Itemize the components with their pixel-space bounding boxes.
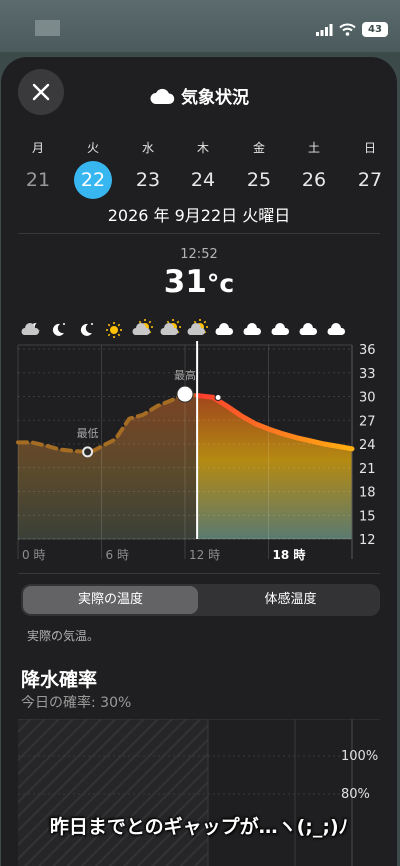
partly-cloudy-night-icon: [21, 323, 40, 335]
caption-overlay: 昨日までとのギャップが…ヽ(;_;)ﾉ: [49, 816, 349, 838]
selected-date[interactable]: 22: [74, 161, 112, 199]
battery-indicator: 43: [362, 22, 388, 37]
date-button[interactable]: 27: [348, 161, 392, 199]
y-axis-tick: 18: [359, 486, 376, 501]
y-axis-tick: 21: [359, 462, 376, 477]
weekday-label: 木: [196, 141, 209, 155]
status-bar: 43: [0, 0, 400, 52]
y-axis-tick: 12: [359, 533, 376, 548]
partly-sunny-icon: [160, 319, 181, 335]
weekday-label: 火: [86, 141, 99, 155]
y-axis-tick: 30: [359, 391, 376, 406]
cloud-icon: [299, 323, 318, 335]
divider: [18, 573, 380, 574]
partly-sunny-icon: [187, 319, 208, 335]
cloud-icon: [215, 323, 234, 335]
weekday-label: 日: [363, 141, 376, 155]
precip-y-tick: 100%: [341, 749, 378, 764]
current-time: 12:52: [180, 247, 218, 262]
weekday-label: 金: [252, 141, 265, 155]
date-button[interactable]: 24: [181, 161, 225, 199]
precipitation-subtitle: 今日の確率: 30%: [21, 695, 132, 711]
cloud-icon: [243, 323, 262, 335]
x-axis-tick: 18 時: [273, 547, 306, 562]
partly-sunny-icon: [132, 319, 153, 335]
divider: [18, 233, 380, 234]
segment-description: 実際の気温。: [27, 629, 100, 643]
status-icons: 43: [316, 22, 388, 37]
max-temperature-marker: [176, 385, 194, 403]
sheet-title-text: 気象状況: [181, 88, 249, 108]
min-label: 最低: [77, 427, 99, 440]
y-axis-tick: 36: [359, 343, 376, 358]
cloud-icon: [150, 88, 175, 104]
current-temp-value: 31: [163, 264, 207, 300]
x-axis-tick: 0 時: [22, 548, 45, 562]
signal-icon: [316, 23, 333, 36]
temperature-chart[interactable]: 36 33 30 27 24 21 18 15 12 最低 最高 0 時 6 時 12 時 18 時: [1, 315, 397, 565]
past-hours-hatch: [18, 719, 208, 866]
past-temperature-area: [18, 394, 198, 539]
date-button[interactable]: 26: [292, 161, 336, 199]
feels-like-segment[interactable]: 体感温度: [203, 586, 378, 614]
moon-icon: [80, 323, 93, 336]
x-axis-tick: 12 時: [189, 548, 220, 562]
current-temperature-marker: [214, 394, 222, 402]
weather-sheet: 気象状況 月 火 水 木 金 土 日 21 22 23 24 25 26 27 2026 年 9月22日…: [1, 57, 397, 866]
weekday-label: 土: [307, 141, 320, 155]
moon-icon: [52, 323, 65, 336]
date-button[interactable]: 23: [126, 161, 170, 199]
precipitation-title: 降水確率: [21, 669, 98, 691]
min-temperature-marker: [82, 446, 94, 458]
temp-unit: °c: [206, 269, 235, 298]
y-axis-tick: 33: [359, 367, 376, 382]
precip-y-tick: 80%: [341, 787, 370, 802]
weekday-label: 水: [141, 141, 154, 155]
y-axis-tick: 27: [359, 414, 376, 429]
y-axis-tick: 15: [359, 509, 376, 524]
temperature-mode-toggle: 実際の温度 体感温度: [21, 584, 380, 616]
wifi-icon: [339, 23, 356, 36]
sun-icon: [106, 322, 122, 338]
y-axis-tick: 24: [359, 438, 376, 453]
cloud-icon: [271, 323, 290, 335]
x-axis-tick: 6 時: [106, 548, 129, 562]
current-temperature: 31°c: [1, 264, 397, 300]
weekday-label: 月: [31, 141, 44, 155]
carrier-label: [35, 20, 60, 36]
date-button[interactable]: 25: [237, 161, 281, 199]
max-label: 最高: [174, 368, 196, 382]
precipitation-chart[interactable]: 100% 80%: [1, 719, 397, 866]
sheet-title: 気象状況: [1, 83, 397, 108]
actual-temp-segment[interactable]: 実際の温度: [23, 586, 198, 614]
full-date: 2026 年 9月22日 火曜日: [107, 206, 291, 225]
cloud-icon: [327, 323, 346, 335]
date-button[interactable]: 21: [16, 161, 60, 199]
